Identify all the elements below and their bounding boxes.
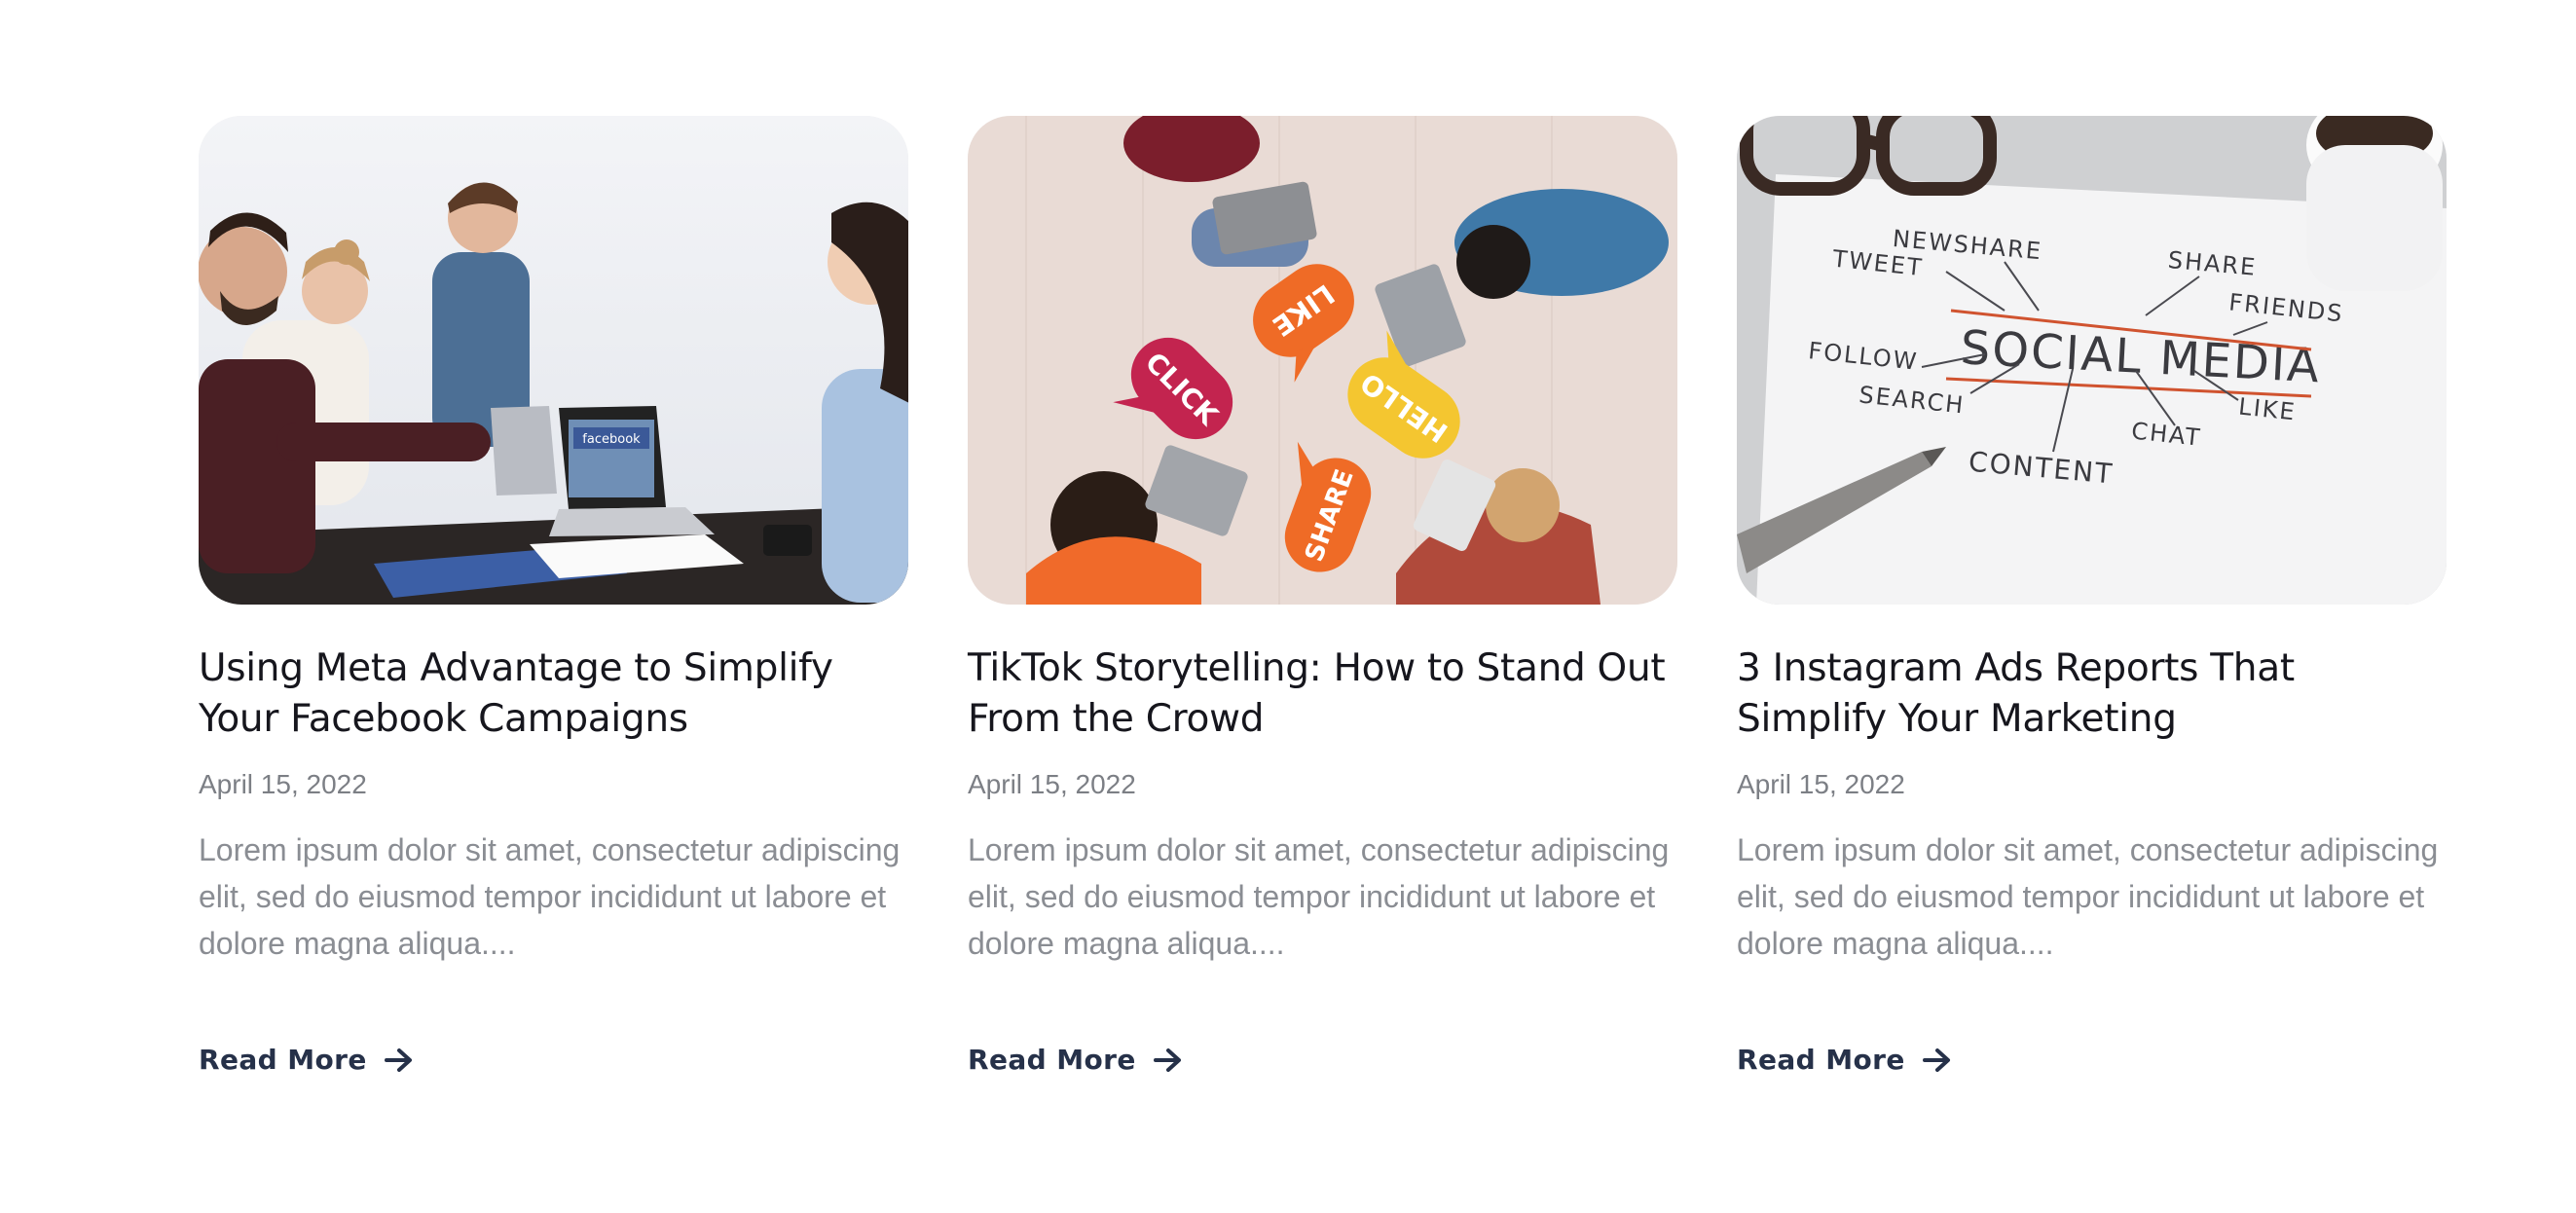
post-title[interactable]: Using Meta Advantage to Simplify Your Fa… (199, 643, 908, 745)
read-more-label: Read More (1737, 1044, 1905, 1076)
post-excerpt: Lorem ipsum dolor sit amet, consectetur … (199, 832, 901, 961)
post-date: April 15, 2022 (968, 769, 1136, 799)
read-more-link[interactable]: Read More (199, 1044, 414, 1076)
arrow-right-icon (384, 1048, 412, 1072)
post-thumbnail-meeting[interactable]: facebook (199, 116, 908, 605)
arrow-right-icon (1153, 1048, 1181, 1072)
blog-card: SOCIAL MEDIA NEWSHARE TWEET SHARE FRIEND… (1737, 116, 2447, 1076)
meeting-image: facebook (199, 116, 908, 605)
post-excerpt: Lorem ipsum dolor sit amet, consectetur … (968, 832, 1670, 961)
post-title[interactable]: 3 Instagram Ads Reports That Simplify Yo… (1737, 643, 2447, 745)
social-bubbles-image: LIKE CLICK HELLO SHARE (968, 116, 1677, 605)
read-more-label: Read More (199, 1044, 367, 1076)
social-media-sketch-image: SOCIAL MEDIA NEWSHARE TWEET SHARE FRIEND… (1737, 116, 2447, 605)
post-date: April 15, 2022 (1737, 769, 1905, 799)
blog-posts-grid: facebook Using Meta Advantage to Simplif… (199, 116, 2447, 1076)
post-thumbnail-social-media-sketch[interactable]: SOCIAL MEDIA NEWSHARE TWEET SHARE FRIEND… (1737, 116, 2447, 605)
post-title[interactable]: TikTok Storytelling: How to Stand Out Fr… (968, 643, 1677, 745)
post-thumbnail-social-bubbles[interactable]: LIKE CLICK HELLO SHARE (968, 116, 1677, 605)
blog-card: facebook Using Meta Advantage to Simplif… (199, 116, 908, 1076)
arrow-right-icon (1922, 1048, 1950, 1072)
blog-card: LIKE CLICK HELLO SHARE TikTok Storytelli… (968, 116, 1677, 1076)
post-excerpt: Lorem ipsum dolor sit amet, consectetur … (1737, 832, 2439, 961)
read-more-link[interactable]: Read More (968, 1044, 1183, 1076)
read-more-link[interactable]: Read More (1737, 1044, 1952, 1076)
post-date: April 15, 2022 (199, 769, 367, 799)
read-more-label: Read More (968, 1044, 1136, 1076)
facebook-logo-text: facebook (582, 432, 641, 447)
